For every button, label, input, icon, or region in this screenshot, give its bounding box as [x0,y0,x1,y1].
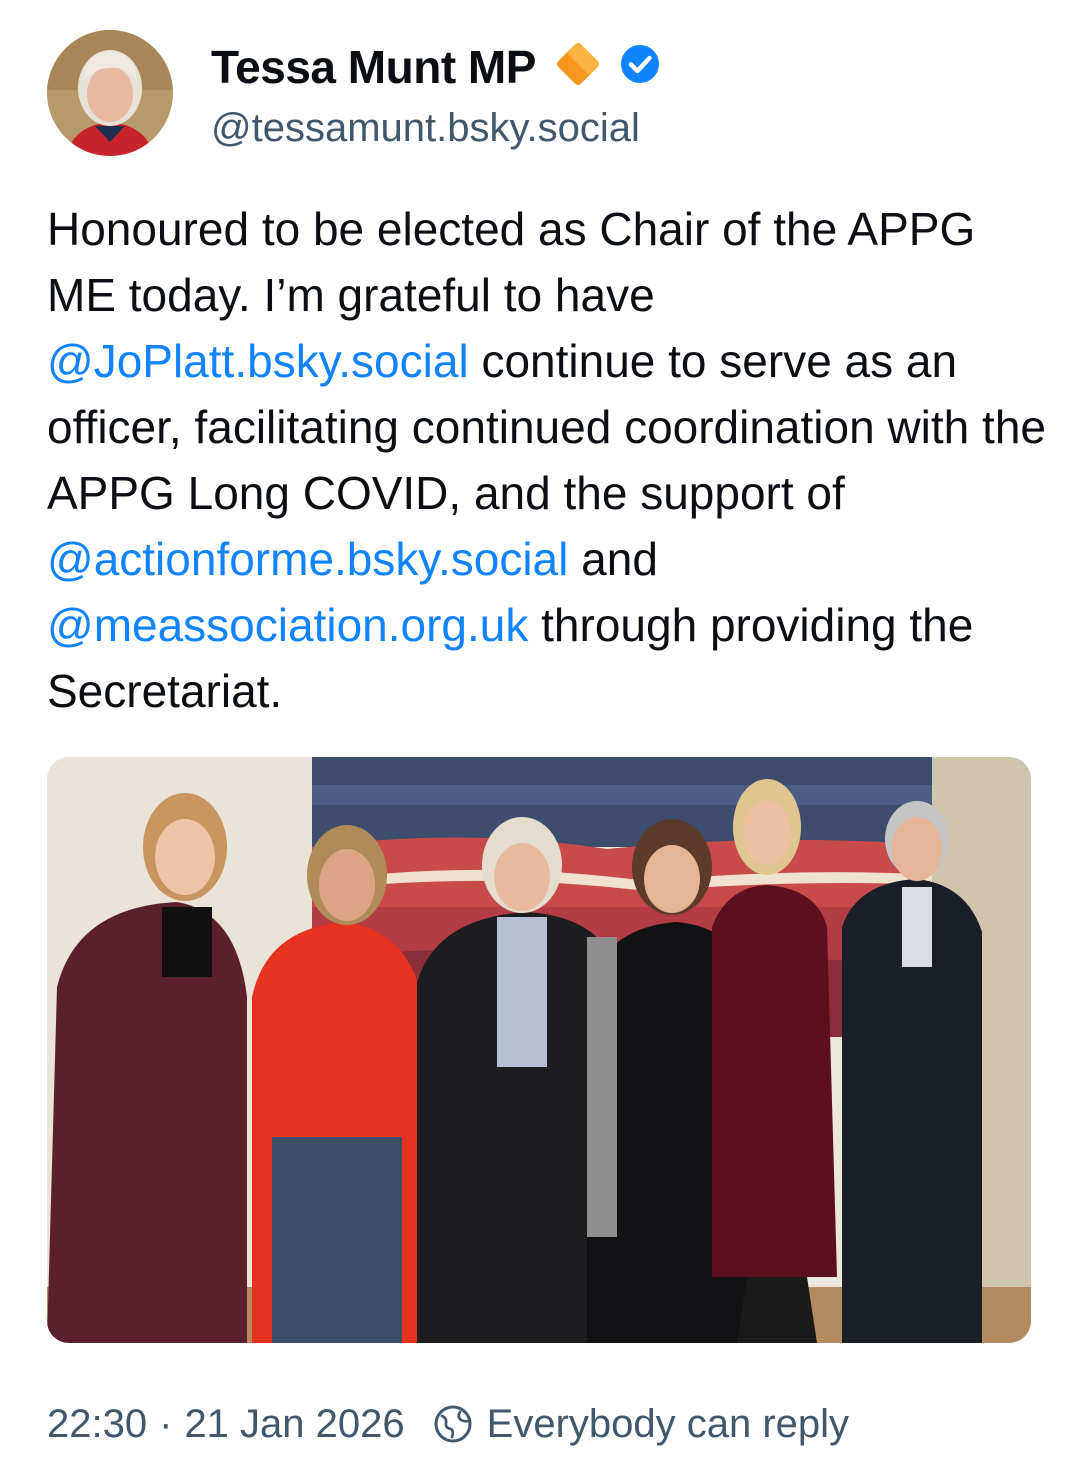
author-display-name[interactable]: Tessa Munt MP [211,40,536,94]
post-date: 21 Jan 2026 [184,1401,405,1446]
orange-diamond-icon [552,38,604,95]
reply-settings-button[interactable]: Everybody can reply [433,1402,849,1447]
post-text-segment: and [568,533,658,585]
post-text: Honoured to be elected as Chair of the A… [47,196,1047,724]
group-photo-image [47,757,1031,1343]
post-photo[interactable] [47,757,1031,1343]
post-header: Tessa Munt MP @tessamunt.bsky.social [47,30,1047,160]
post-meta: 22:30 · 21 Jan 2026 Everybody can reply [47,1396,849,1452]
author-handle[interactable]: @tessamunt.bsky.social [211,106,640,151]
mention-link-joplatt[interactable]: @JoPlatt.bsky.social [47,335,469,387]
globe-icon [433,1404,473,1444]
mention-link-actionforme[interactable]: @actionforme.bsky.social [47,533,568,585]
avatar-image [47,30,173,156]
post-time: 22:30 [47,1401,148,1446]
name-row: Tessa Munt MP [211,38,660,95]
reply-settings-label: Everybody can reply [486,1401,850,1446]
verified-check-icon[interactable] [620,44,660,89]
meta-separator: · [159,1401,173,1446]
post-text-segment: Honoured to be elected as Chair of the A… [47,203,976,321]
author-avatar[interactable] [47,30,173,156]
mention-link-meassociation[interactable]: @meassociation.org.uk [47,599,528,651]
